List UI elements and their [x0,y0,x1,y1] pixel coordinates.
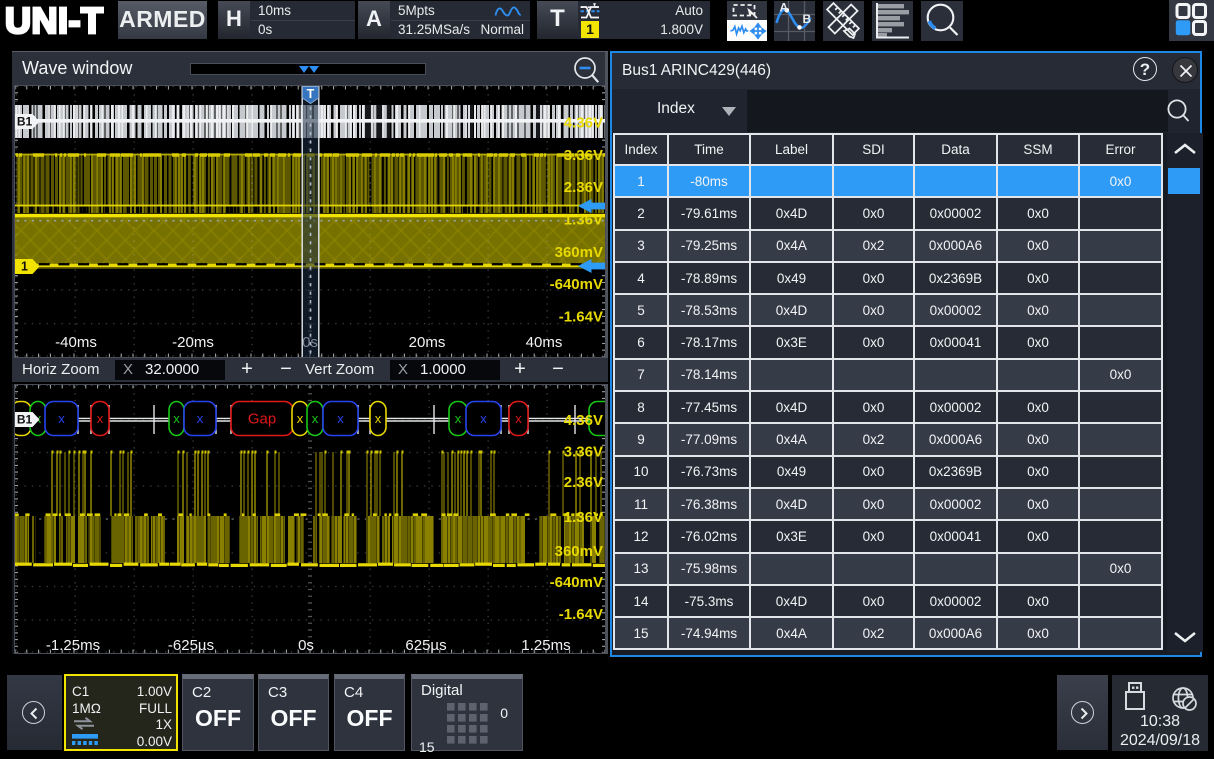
svg-text:x: x [480,411,487,426]
svg-text:x: x [297,411,304,426]
svg-text:-20ms: -20ms [172,334,214,351]
svg-text:-640mV: -640mV [550,574,603,591]
svg-text:1.36V: 1.36V [564,509,603,526]
svg-text:20ms: 20ms [409,334,446,351]
svg-text:4.36V: 4.36V [564,115,603,132]
svg-text:2.36V: 2.36V [564,179,603,196]
svg-text:0s: 0s [298,637,314,653]
svg-text:x: x [515,411,522,426]
svg-text:x: x [337,411,344,426]
svg-text:A: A [780,1,789,15]
svg-text:-1.25ms: -1.25ms [46,637,100,653]
svg-text:40ms: 40ms [526,334,563,351]
svg-text:1: 1 [21,260,28,274]
svg-text:625µs: 625µs [405,637,446,653]
svg-text:Gap: Gap [248,411,276,428]
svg-text:B1: B1 [17,413,33,427]
svg-text:1.25ms: 1.25ms [521,637,570,653]
svg-text:-1.64V: -1.64V [559,606,603,623]
svg-text:x: x [197,411,204,426]
svg-text:1.36V: 1.36V [564,212,603,229]
svg-text:-1.64V: -1.64V [559,309,603,326]
svg-text:B1: B1 [17,115,33,129]
svg-text:T: T [307,87,315,101]
svg-text:x: x [97,411,104,426]
svg-text:x: x [58,411,65,426]
svg-text:x: x [455,411,462,426]
svg-text:-40ms: -40ms [55,334,97,351]
svg-text:360mV: 360mV [555,543,603,560]
svg-text:4.36V: 4.36V [564,412,603,429]
svg-text:3.36V: 3.36V [564,444,603,461]
svg-text:x: x [312,411,319,426]
svg-text:-640mV: -640mV [550,276,603,293]
svg-text:2.36V: 2.36V [564,474,603,491]
svg-text:B: B [803,12,812,26]
svg-text:-625µs: -625µs [168,637,214,653]
svg-text:x: x [375,411,382,426]
svg-text:x: x [173,411,180,426]
svg-text:360mV: 360mV [555,244,603,261]
svg-text:3.36V: 3.36V [564,147,603,164]
